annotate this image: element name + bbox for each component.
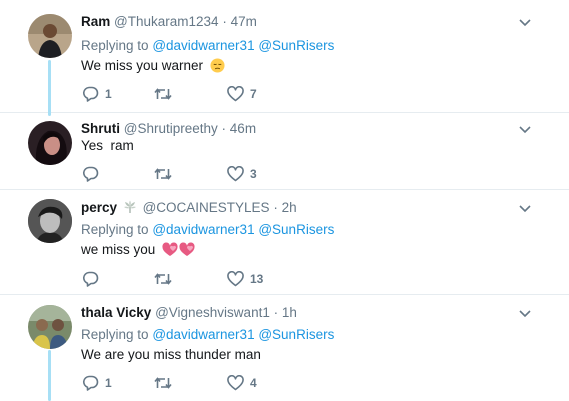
pensive-face-emoji	[210, 58, 225, 78]
tweet-text: Yes ram	[81, 137, 134, 155]
replying-to: Replying to @davidwarner31 @SunRisers	[81, 327, 334, 343]
retweet-button[interactable]	[154, 374, 178, 392]
like-count: 7	[250, 87, 257, 101]
like-count: 3	[250, 167, 257, 181]
reply-icon	[83, 375, 99, 391]
separator-dot: ·	[221, 121, 227, 136]
username[interactable]: @Vigneshviswant1	[155, 305, 270, 320]
username[interactable]: @Shrutipreethy	[124, 121, 218, 136]
tweet-text: We miss you warner	[81, 57, 225, 78]
avatar[interactable]	[28, 305, 72, 349]
separator-dot: ·	[222, 14, 227, 29]
two-hearts-emoji	[162, 242, 196, 262]
tweet-header: thala Vicky @Vigneshviswant1 · 1h	[81, 305, 297, 321]
replying-to: Replying to @davidwarner31 @SunRisers	[81, 38, 334, 54]
reply-count: 1	[105, 376, 112, 390]
tweet-body: We miss you warner	[81, 58, 204, 73]
like-count: 13	[250, 272, 264, 286]
retweet-button[interactable]	[154, 270, 178, 288]
retweet-button[interactable]	[154, 85, 178, 103]
username[interactable]: @COCAINESTYLES	[143, 200, 270, 215]
replying-to: Replying to @davidwarner31 @SunRisers	[81, 222, 334, 238]
tweet-body: We are you miss thunder man	[81, 347, 261, 362]
reply-button[interactable]	[82, 270, 105, 288]
mention-link[interactable]: @SunRisers	[258, 222, 334, 237]
timestamp[interactable]: 47m	[231, 14, 257, 29]
like-button[interactable]: 13	[227, 270, 263, 288]
heart-icon	[227, 271, 244, 287]
mention-link[interactable]: @davidwarner31	[152, 222, 254, 237]
tweet-body: Yes ram	[81, 138, 134, 153]
retweet-icon	[154, 377, 172, 389]
tweet-actions: 1 7	[82, 85, 382, 103]
reply-button[interactable]: 1	[82, 374, 112, 392]
replying-to-label: Replying to	[81, 38, 149, 53]
replying-to-label: Replying to	[81, 327, 149, 342]
thread-line	[48, 350, 51, 401]
tweet-actions: 1 4	[82, 374, 382, 392]
retweet-icon	[154, 88, 172, 100]
reply-icon	[83, 86, 99, 102]
like-count: 4	[250, 376, 257, 390]
reply-icon	[83, 271, 99, 287]
leaf-emoji-icon	[123, 200, 137, 218]
retweet-icon	[154, 168, 172, 180]
display-name[interactable]: thala Vicky	[81, 305, 151, 320]
avatar[interactable]	[28, 14, 72, 58]
separator-dot: ·	[273, 305, 279, 320]
avatar[interactable]	[28, 121, 72, 165]
tweet-actions: 3	[82, 165, 382, 183]
reply-button[interactable]	[82, 165, 105, 183]
like-button[interactable]: 4	[227, 374, 257, 392]
tweet-actions: 13	[82, 270, 382, 288]
reply-count: 1	[105, 87, 112, 101]
retweet-button[interactable]	[154, 165, 178, 183]
tweet-thala-vicky[interactable]: thala Vicky @Vigneshviswant1 · 1h Replyi…	[0, 295, 569, 401]
mention-link[interactable]: @SunRisers	[258, 38, 334, 53]
mention-link[interactable]: @davidwarner31	[152, 327, 254, 342]
replying-to-label: Replying to	[81, 222, 149, 237]
tweet-percy[interactable]: percy @COCAINESTYLES · 2h Replying to @d…	[0, 190, 569, 295]
tweet-header: Ram @Thukaram1234 · 47m	[81, 14, 257, 30]
display-name[interactable]: Shruti	[81, 121, 120, 136]
heart-icon	[227, 86, 244, 102]
tweet-shruti[interactable]: Shruti @Shrutipreethy · 46m Yes ram 3	[0, 113, 569, 190]
thread-line	[48, 60, 51, 116]
separator-dot: ·	[273, 200, 278, 215]
tweet-header: percy @COCAINESTYLES · 2h	[81, 200, 297, 218]
mention-link[interactable]: @SunRisers	[258, 327, 334, 342]
chevron-down-icon[interactable]	[518, 18, 532, 28]
tweet-text: we miss you	[81, 241, 196, 262]
reply-icon	[83, 166, 99, 182]
mention-link[interactable]: @davidwarner31	[152, 38, 254, 53]
display-name[interactable]: percy	[81, 200, 117, 215]
like-button[interactable]: 7	[227, 85, 257, 103]
heart-icon	[227, 375, 244, 391]
chevron-down-icon[interactable]	[518, 204, 532, 214]
timestamp[interactable]: 2h	[282, 200, 297, 215]
retweet-icon	[154, 273, 172, 285]
chevron-down-icon[interactable]	[518, 125, 532, 135]
chevron-down-icon[interactable]	[518, 309, 532, 319]
avatar[interactable]	[28, 199, 72, 243]
display-name[interactable]: Ram	[81, 14, 110, 29]
username[interactable]: @Thukaram1234	[114, 14, 219, 29]
tweet-ram[interactable]: Ram @Thukaram1234 · 47m Replying to @dav…	[0, 0, 569, 116]
like-button[interactable]: 3	[227, 165, 257, 183]
tweet-text: We are you miss thunder man	[81, 346, 261, 364]
tweet-header: Shruti @Shrutipreethy · 46m	[81, 121, 256, 137]
heart-icon	[227, 166, 244, 182]
timestamp[interactable]: 46m	[230, 121, 256, 136]
timestamp[interactable]: 1h	[282, 305, 297, 320]
reply-button[interactable]: 1	[82, 85, 112, 103]
tweet-body: we miss you	[81, 242, 156, 257]
